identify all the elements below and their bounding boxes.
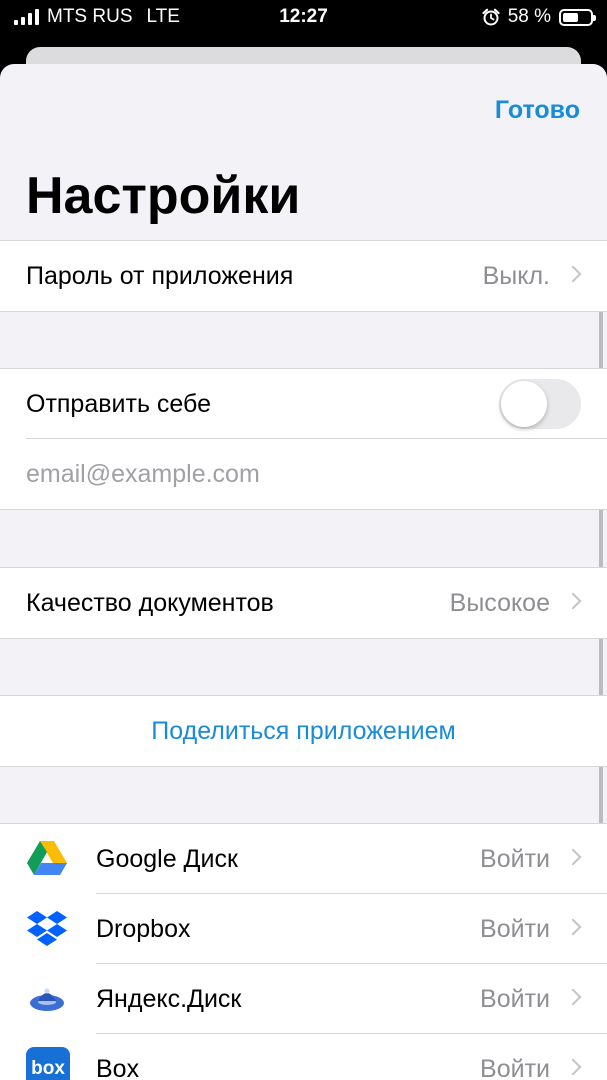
chevron-right-icon — [564, 918, 582, 936]
chevron-right-icon — [564, 592, 582, 610]
status-bar: MTS RUS LTE 12:27 58 % — [0, 0, 607, 34]
password-group: Пароль от приложения Выкл. — [0, 240, 607, 312]
share-row[interactable]: Поделиться приложением — [0, 696, 607, 766]
service-name: Dropbox — [96, 914, 191, 943]
battery-percent: 58 % — [507, 6, 551, 27]
scroll-indicator[interactable] — [599, 246, 603, 886]
send-group: Отправить себе — [0, 368, 607, 510]
doc-quality-value: Высокое — [449, 588, 550, 617]
chevron-right-icon — [564, 848, 582, 866]
doc-quality-label: Качество документов — [26, 588, 274, 617]
send-to-self-label: Отправить себе — [26, 389, 211, 418]
app-password-label: Пароль от приложения — [26, 261, 294, 290]
doc-quality-row[interactable]: Качество документов Высокое — [0, 568, 607, 638]
page-title: Настройки — [26, 167, 301, 225]
box-icon: box — [26, 1047, 70, 1080]
quality-group: Качество документов Высокое — [0, 567, 607, 639]
chevron-right-icon — [564, 1058, 582, 1076]
service-name: Google Диск — [96, 844, 238, 873]
service-login: Войти — [480, 844, 550, 873]
service-name: Яндекс.Диск — [96, 984, 242, 1013]
settings-sheet: Готово Настройки Пароль от приложения Вы… — [0, 64, 607, 1080]
service-login: Войти — [480, 1054, 550, 1080]
share-group: Поделиться приложением — [0, 695, 607, 767]
service-row-yandex-disk[interactable]: Яндекс.Диск Войти — [0, 964, 607, 1034]
service-row-box[interactable]: box Box Войти — [0, 1034, 607, 1080]
email-input[interactable] — [26, 459, 566, 489]
services-group: Google Диск Войти Dropbox Войти Яндекс.Д… — [0, 823, 607, 1080]
send-to-self-row: Отправить себе — [0, 369, 607, 439]
send-to-self-toggle[interactable] — [499, 379, 581, 429]
done-button[interactable]: Готово — [495, 96, 580, 125]
chevron-right-icon — [564, 265, 582, 283]
toggle-knob — [501, 381, 547, 427]
chevron-right-icon — [564, 988, 582, 1006]
email-row — [0, 439, 607, 509]
share-app-link[interactable]: Поделиться приложением — [0, 717, 607, 746]
dropbox-icon — [27, 911, 67, 946]
yandex-disk-icon — [30, 988, 64, 1011]
service-row-dropbox[interactable]: Dropbox Войти — [0, 894, 607, 964]
battery-fill — [563, 12, 578, 22]
google-drive-icon — [27, 841, 67, 875]
service-login: Войти — [480, 914, 550, 943]
service-row-google-drive[interactable]: Google Диск Войти — [0, 824, 607, 894]
service-name: Box — [96, 1054, 140, 1080]
app-password-row[interactable]: Пароль от приложения Выкл. — [0, 241, 607, 311]
service-login: Войти — [480, 984, 550, 1013]
battery-icon — [559, 8, 596, 26]
status-right: 58 % — [482, 6, 596, 28]
alarm-icon — [482, 8, 500, 26]
app-password-value: Выкл. — [482, 261, 550, 290]
